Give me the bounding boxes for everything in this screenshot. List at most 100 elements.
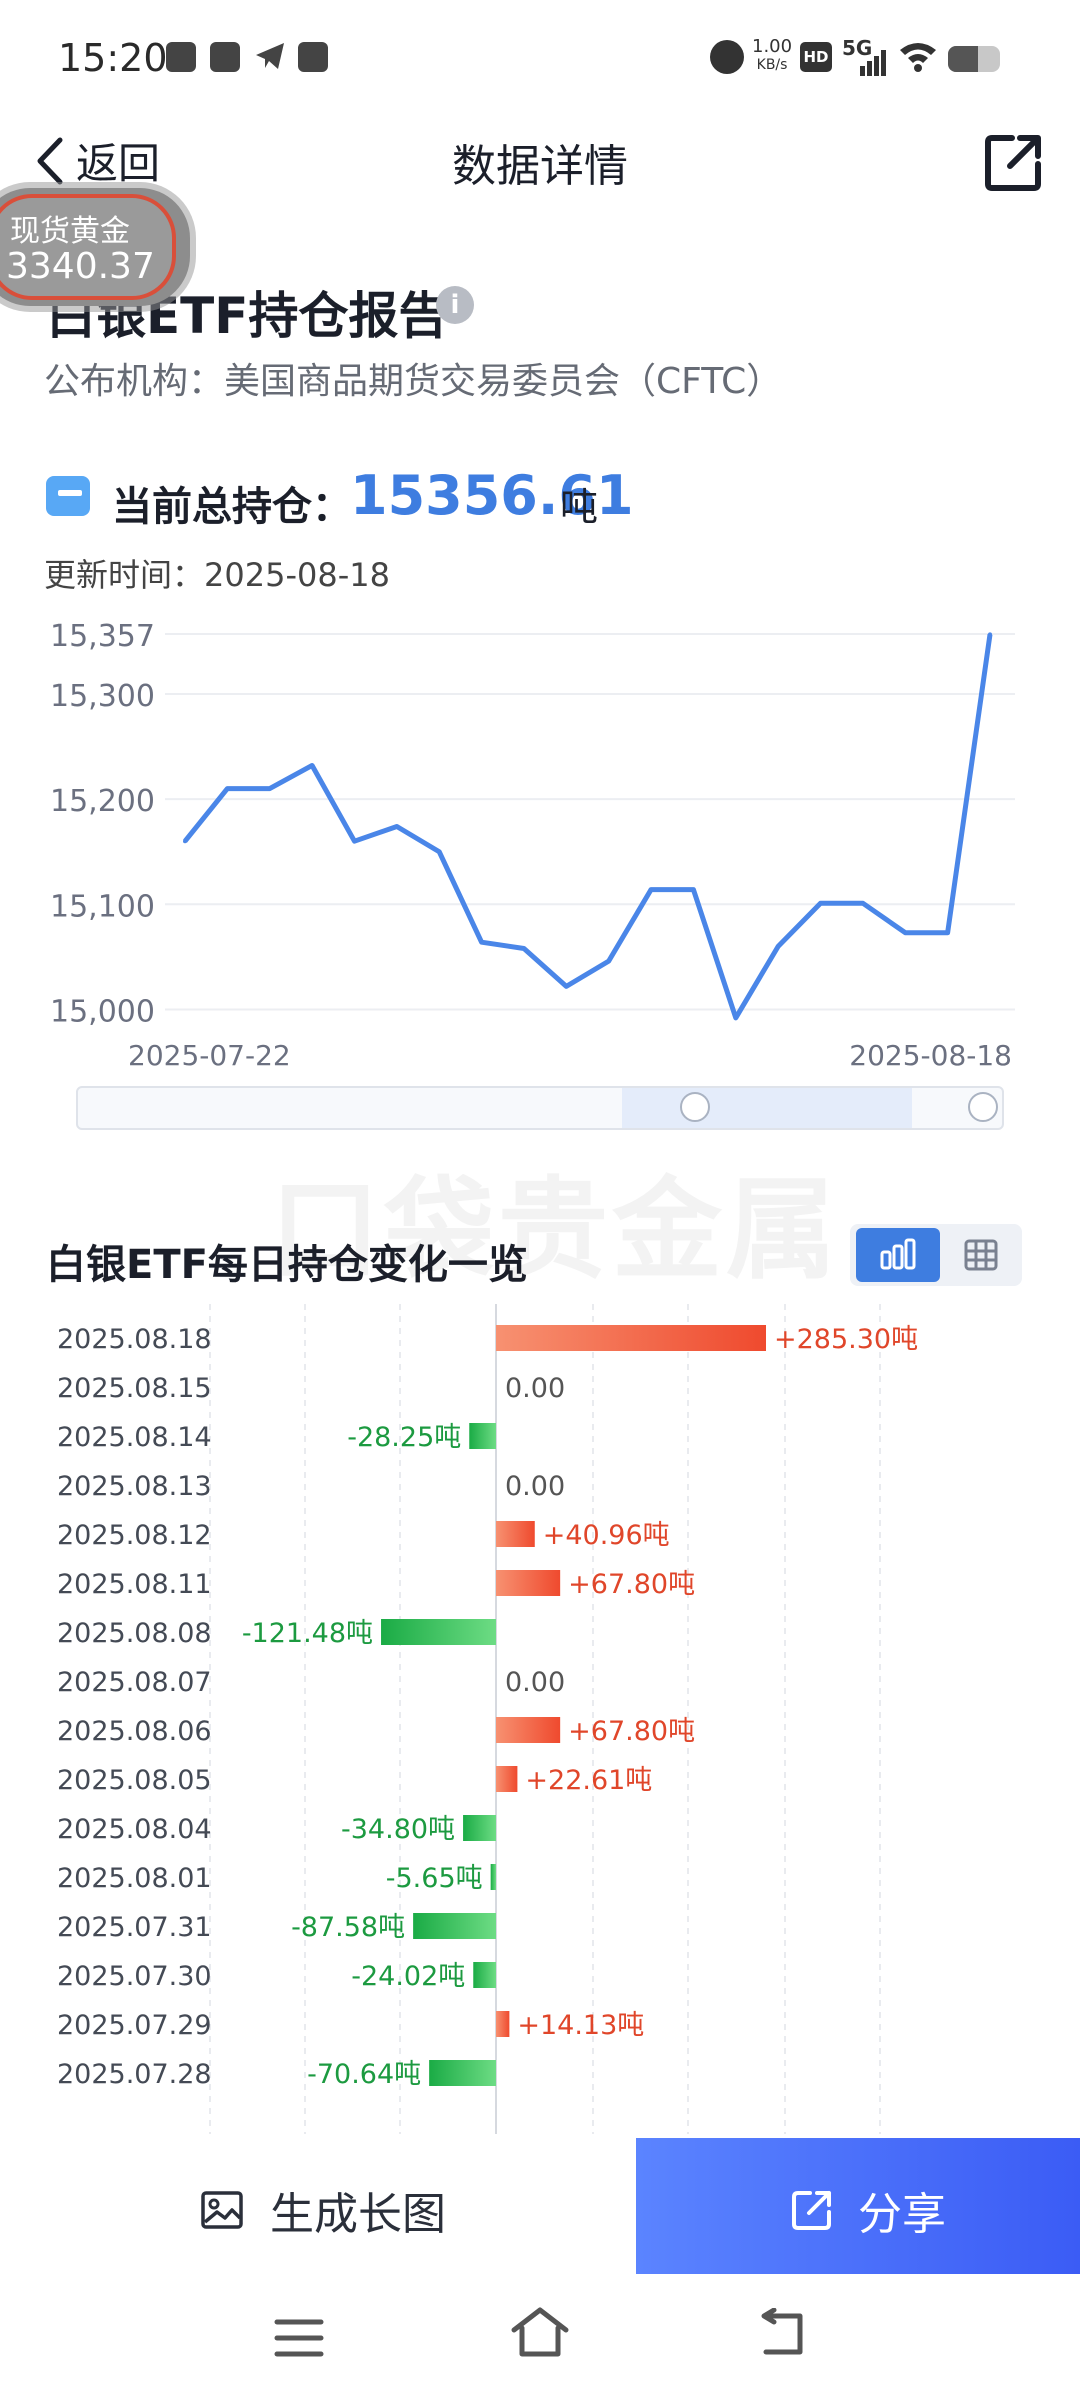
holding-icon [46,476,90,516]
bar-category-label: 2025.08.04 [57,1814,212,1845]
gold-price-badge[interactable]: 现货黄金 3340.37 [0,188,190,306]
data-point [394,824,399,829]
holding-label: 当前总持仓： [112,484,352,530]
bar-category-label: 2025.08.18 [57,1324,212,1355]
bar-value-label: -5.65吨 [386,1863,483,1894]
wifi-icon [898,40,938,72]
data-point [479,940,484,945]
data-point [310,763,315,768]
bar-value-label: 0.00 [505,1667,565,1698]
system-home-button[interactable] [510,2304,570,2360]
bar-category-label: 2025.08.11 [57,1569,212,1600]
system-menu-button[interactable] [274,2318,324,2362]
y-tick-label: 15,100 [50,889,155,924]
bar [413,1913,496,1939]
y-tick-label: 15,200 [50,784,155,819]
y-tick-label: 15,000 [50,994,155,1029]
page-title: 数据详情 [452,141,628,192]
bar-value-label: -34.80吨 [341,1814,455,1845]
x-tick-label-end: 2025-08-18 [849,1039,1012,1070]
bar [469,1423,496,1449]
holding-line [183,634,993,1021]
publisher-text: 公布机构：美国商品期货交易委员会（CFTC） [44,361,783,402]
bar-chart-icon [880,1238,916,1270]
signal-icon [842,50,888,76]
bar-value-label: -70.64吨 [307,2059,421,2090]
share-button[interactable]: 分享 [790,2178,946,2242]
bar-value-label: +285.30吨 [774,1324,918,1355]
telegram-icon [254,40,286,72]
bar-category-label: 2025.07.30 [57,1961,212,1992]
data-point [352,839,357,844]
data-point [564,984,569,989]
home-icon [511,2307,569,2357]
bar-category-label: 2025.08.12 [57,1520,212,1551]
bar [429,2060,496,2086]
holding-unit: 吨 [560,485,599,529]
bar-value-label: +67.80吨 [568,1569,695,1600]
bar-value-label: -24.02吨 [351,1961,465,1992]
daily-change-bar-chart: 2025.08.18 +285.30吨 2025.08.15 0.00 2025.08.… [57,1304,918,2134]
net-unit: KB/s [756,57,788,73]
bar-view-button[interactable] [856,1228,940,1282]
data-point [267,786,272,791]
chart-notification-icon [210,42,240,72]
x-tick-label-start: 2025-07-22 [128,1039,291,1070]
generate-long-image-button[interactable]: 生成长图 [200,2178,446,2242]
data-point [903,930,908,935]
bar [496,2011,510,2037]
bar-value-label: -87.58吨 [291,1912,405,1943]
share-label: 分享 [858,2189,946,2240]
bar [496,1717,561,1743]
vivo-icon [298,42,328,72]
bar-value-label: -121.48吨 [242,1618,373,1649]
daily-title: 白银ETF每日持仓变化一览 [46,1242,528,1288]
app-notification-icon [166,42,196,72]
net-speed: 1.00 [752,36,793,57]
share-icon [985,135,1041,191]
range-selection[interactable] [622,1088,912,1128]
range-handle-left[interactable] [680,1092,710,1122]
data-point [860,901,865,906]
bar-value-label: +67.80吨 [568,1716,695,1747]
bar-value-label: 0.00 [505,1471,565,1502]
bar-category-label: 2025.08.07 [57,1667,212,1698]
bar [496,1521,535,1547]
data-point [437,849,442,854]
system-back-button[interactable] [756,2307,806,2358]
info-icon[interactable]: i [436,286,474,324]
gold-value: 3340.37 [6,246,155,287]
bar [496,1766,518,1792]
bar-value-label: 0.00 [505,1373,565,1404]
bar-category-label: 2025.08.14 [57,1422,212,1453]
bar-category-label: 2025.08.06 [57,1716,212,1747]
data-point [606,959,611,964]
bar-category-label: 2025.07.29 [57,2010,212,2041]
bar-category-label: 2025.07.28 [57,2059,212,2090]
range-handle-right[interactable] [968,1092,998,1122]
bar [496,1570,561,1596]
data-point [988,632,992,637]
holding-line-chart: 15,357 15,300 15,200 15,100 15,000 2025-07-22… [50,619,1015,1070]
bar-value-label: +14.13吨 [517,2010,644,2041]
bar [381,1619,496,1645]
update-time: 更新时间：2025-08-18 [44,556,390,594]
data-point [691,887,696,892]
data-point [818,901,823,906]
table-view-button[interactable] [944,1228,1018,1282]
bar-value-label: -28.25吨 [347,1422,461,1453]
data-point [225,786,230,791]
bar-category-label: 2025.08.08 [57,1618,212,1649]
share-top-button[interactable] [982,130,1046,194]
generate-label: 生成长图 [270,2189,446,2240]
status-time: 15:20 [58,36,168,80]
data-point [649,887,654,892]
data-point [183,839,187,844]
table-icon [964,1239,998,1271]
y-tick-label: 15,357 [50,619,155,654]
bar-category-label: 2025.08.05 [57,1765,212,1796]
image-icon [201,2191,243,2229]
hd-icon: HD [800,42,832,72]
alarm-icon [710,40,744,74]
bar [496,1325,766,1351]
